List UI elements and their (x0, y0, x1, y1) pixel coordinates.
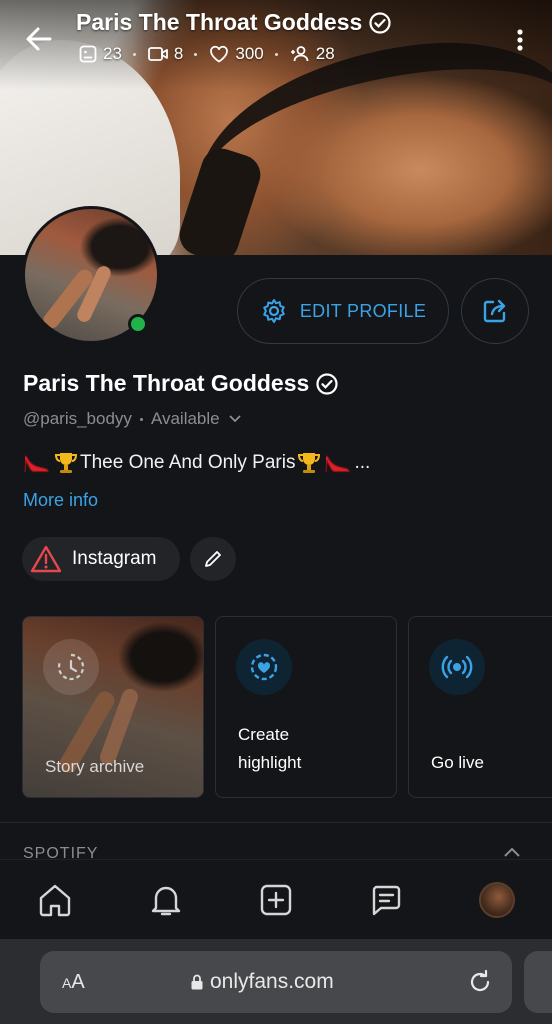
divider (0, 822, 552, 823)
highlight-heart-icon (236, 639, 292, 695)
bell-icon (151, 886, 180, 916)
reload-icon[interactable] (466, 968, 494, 996)
trophy-icon (54, 453, 78, 473)
lock-icon (191, 974, 203, 990)
gear-icon (263, 299, 285, 323)
likes-count: 300 (208, 44, 264, 64)
create-highlight-card[interactable]: Create highlight (215, 616, 397, 798)
availability-dropdown[interactable]: Available (151, 409, 242, 429)
back-arrow-icon[interactable] (22, 22, 56, 56)
video-icon (148, 47, 168, 61)
edit-profile-button[interactable]: EDIT PROFILE (237, 278, 449, 344)
share-icon (483, 299, 506, 323)
browser-toolbar: AA onlyfans.com (0, 939, 552, 1024)
profile-avatar (478, 882, 515, 918)
verified-icon (369, 11, 391, 34)
posts-count: 23 (78, 44, 122, 64)
more-info-link[interactable]: More info (23, 490, 98, 511)
warning-icon (30, 545, 62, 573)
header-title: Paris The Throat Goddess (76, 9, 392, 36)
high-heel-icon (24, 455, 49, 473)
live-broadcast-icon (429, 639, 485, 695)
profile-stats: 23 8 300 28 (78, 44, 335, 64)
profile-bio: Thee One And Only Paris ... (22, 450, 370, 476)
home-icon (39, 884, 71, 917)
nav-profile[interactable] (442, 860, 552, 940)
edit-links-button[interactable] (190, 537, 236, 581)
fans-count: 28 (289, 44, 335, 64)
go-live-card[interactable]: Go live (408, 616, 552, 798)
next-tab-preview[interactable] (524, 951, 552, 1013)
chevron-down-icon (228, 415, 241, 423)
bottom-nav (0, 859, 552, 939)
spotify-section-title[interactable]: SPOTIFY (23, 845, 98, 859)
username: @paris_bodyy (23, 409, 132, 428)
videos-count: 8 (147, 44, 183, 64)
instagram-link[interactable]: Instagram (22, 537, 180, 581)
top-bar: Paris The Throat Goddess 23 8 300 28 (0, 0, 552, 80)
profile-name: Paris The Throat Goddess (23, 370, 339, 397)
online-status-indicator (128, 314, 148, 334)
nav-add-post[interactable] (221, 860, 331, 940)
verified-icon (316, 372, 338, 395)
handle-status-row: @paris_bodyy Available (23, 409, 242, 429)
nav-home[interactable] (0, 860, 110, 940)
more-options-icon[interactable] (508, 24, 532, 56)
archive-icon (43, 639, 99, 695)
chevron-up-icon[interactable] (502, 846, 522, 858)
nav-messages[interactable] (331, 860, 441, 940)
fans-icon (290, 46, 309, 62)
share-profile-button[interactable] (461, 278, 529, 344)
posts-icon (79, 45, 97, 63)
high-heel-icon (325, 455, 351, 473)
address-bar[interactable]: AA onlyfans.com (40, 951, 512, 1013)
add-post-icon (260, 884, 292, 916)
trophy-icon (298, 453, 321, 473)
story-archive-card[interactable]: Story archive (22, 616, 204, 798)
pencil-icon (205, 551, 221, 567)
heart-icon (210, 45, 229, 63)
nav-notifications[interactable] (110, 860, 220, 940)
url-display: onlyfans.com (190, 970, 334, 994)
text-size-button[interactable]: AA (62, 971, 85, 994)
messages-icon (373, 885, 401, 916)
